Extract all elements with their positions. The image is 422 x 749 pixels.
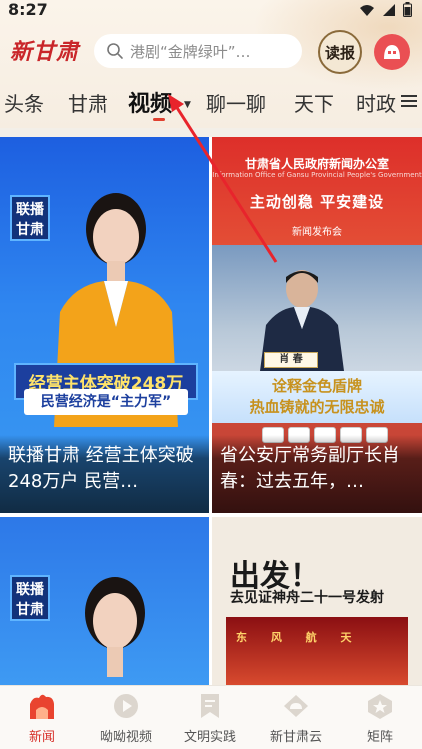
search-bar[interactable]: 港剧“金牌绿叶”… (94, 34, 302, 68)
org-title: 甘肃省人民政府新闻办公室 (244, 157, 389, 171)
news-icon (30, 694, 54, 719)
cloud-icon (284, 695, 308, 717)
star-icon (368, 694, 392, 719)
video-card[interactable]: 联播甘肃 经营主体突破248万 民营经济是“主力军” 联播甘肃 经营主体突破24… (0, 137, 209, 513)
search-placeholder: 港剧“金牌绿叶”… (130, 42, 251, 61)
user-face-icon (384, 45, 400, 59)
speaker-nameplate: 肖 春 (264, 352, 318, 368)
tab-video[interactable]: 视频 (128, 86, 172, 118)
tab-chat[interactable]: 聊一聊 (206, 88, 266, 117)
nav-news[interactable]: 新闻 (0, 692, 84, 748)
active-tab-indicator (153, 118, 165, 121)
video-card-title: 联播甘肃 经营主体突破248万户 民营… (0, 435, 209, 513)
status-icons (359, 2, 412, 17)
nav-matrix[interactable]: 矩阵 (338, 692, 422, 748)
program-badge: 联播甘肃 (10, 575, 50, 621)
slogan-text: 主动创稳 平安建设 (249, 193, 385, 211)
nav-cloud[interactable]: 新甘肃云 (254, 692, 338, 748)
nav-civilization[interactable]: 文明实践 (168, 692, 252, 748)
bookmark-icon (201, 694, 219, 718)
status-bar: 8:27 (0, 0, 422, 22)
profile-avatar[interactable] (374, 34, 410, 70)
channel-tabs: 头条 甘肃 视频 ▼ 聊一聊 天下 时政 (0, 82, 400, 126)
tab-politics[interactable]: 时政 (356, 88, 396, 117)
news-anchor-image (85, 577, 145, 677)
battery-icon (403, 2, 412, 17)
bottom-navigation: 新闻 呦呦视频 文明实践 新甘肃云 矩阵 (0, 685, 422, 749)
app-logo[interactable]: 新甘肃 (10, 34, 80, 66)
tab-headlines[interactable]: 头条 (4, 88, 44, 117)
launch-site-photo: 东 风 航 天 (226, 617, 408, 685)
read-paper-button[interactable]: 读报 (318, 30, 362, 74)
tab-video-dropdown-icon[interactable]: ▼ (184, 100, 191, 110)
org-title-en: Information Office of Gansu Provincial P… (212, 171, 422, 179)
nav-video[interactable]: 呦呦视频 (84, 692, 168, 748)
signal-icon (383, 3, 395, 16)
video-banner: 诠释金色盾牌 热血铸就的无限忠诚 (212, 371, 422, 423)
wifi-icon (360, 4, 374, 16)
event-label: 新闻发布会 (292, 227, 342, 238)
video-card-title: 省公安厅常务副厅长肖春：过去五年，… (212, 435, 422, 513)
video-subtitle-secondary: 民营经济是“主力军” (24, 389, 188, 415)
tab-gansu[interactable]: 甘肃 (68, 88, 108, 117)
tab-world[interactable]: 天下 (294, 88, 334, 117)
search-icon (107, 43, 123, 59)
status-time: 8:27 (8, 0, 48, 19)
play-icon (114, 694, 138, 718)
card-subheadline: 去见证神舟二十一号发射 (230, 590, 384, 606)
video-card[interactable]: 甘肃省人民政府新闻办公室 Information Office of Gansu… (212, 137, 422, 513)
video-card[interactable]: 出发！ 去见证神舟二十一号发射 东 风 航 天 (212, 517, 422, 685)
menu-icon[interactable] (400, 92, 418, 110)
video-card[interactable]: 联播甘肃 (0, 517, 209, 685)
video-feed: 联播甘肃 经营主体突破248万 民营经济是“主力军” 联播甘肃 经营主体突破24… (0, 137, 422, 685)
